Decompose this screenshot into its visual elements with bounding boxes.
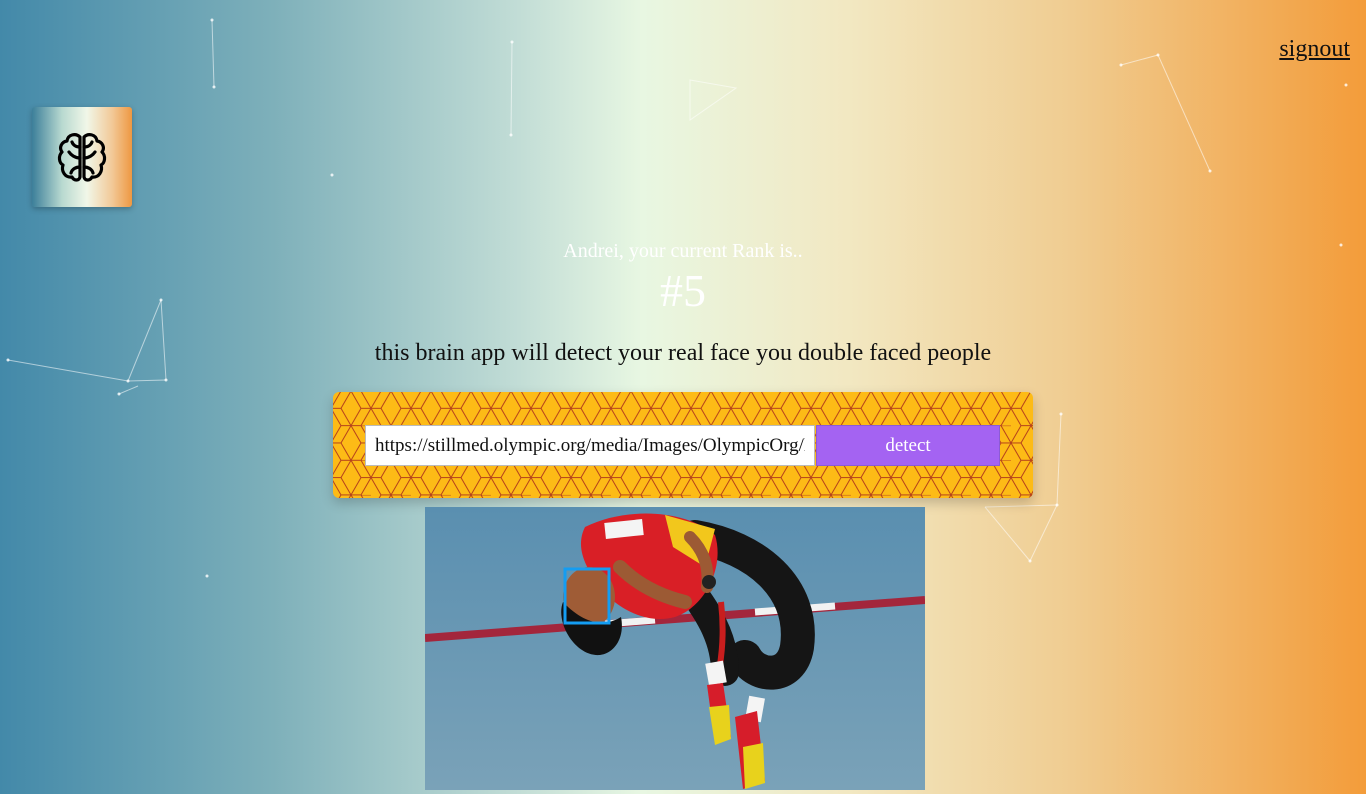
signout-link[interactable]: signout	[1279, 36, 1350, 62]
result-image	[425, 507, 925, 790]
detect-button[interactable]: detect	[816, 425, 1000, 466]
top-nav: signout	[1279, 36, 1350, 63]
image-url-input[interactable]	[365, 425, 815, 466]
logo-tile[interactable]	[32, 107, 132, 207]
rank-display: Andrei, your current Rank is.. #5	[0, 238, 1366, 318]
brain-icon	[57, 133, 107, 182]
image-link-form: detect	[333, 392, 1033, 498]
rank-message: Andrei, your current Rank is..	[563, 240, 803, 262]
result-image-container	[425, 507, 925, 790]
app-tagline: this brain app will detect your real fac…	[374, 340, 992, 366]
rank-value: #5	[660, 265, 706, 316]
